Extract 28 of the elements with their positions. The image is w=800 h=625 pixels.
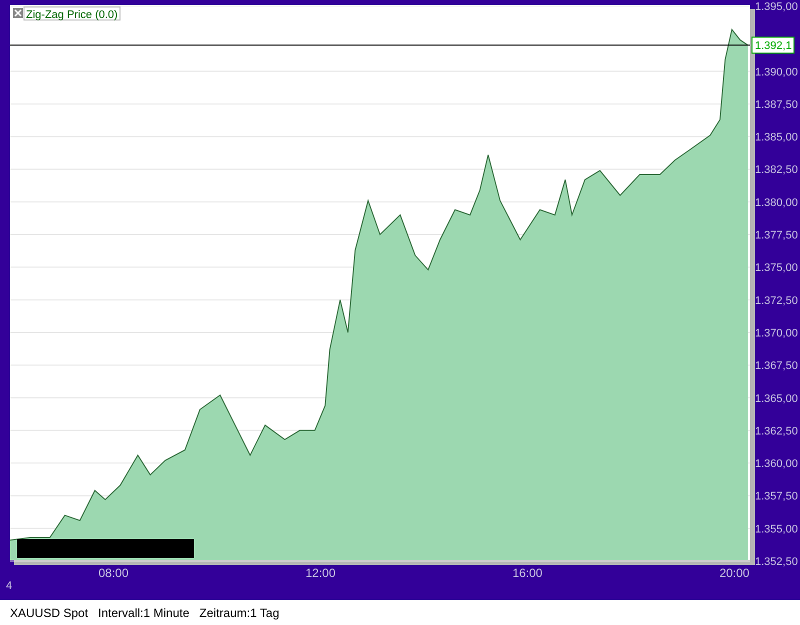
status-text: Intervall:1 Minute	[98, 604, 190, 622]
y-tick-label: 1.387,50	[755, 98, 798, 111]
legend-label: Zig-Zag Price (0.0)	[24, 6, 120, 21]
y-tick-label: 1.355,00	[755, 523, 798, 536]
y-tick-label: 1.390,00	[755, 66, 798, 78]
y-tick-label: 1.385,00	[755, 132, 798, 144]
price-label: 1.392,1	[752, 36, 794, 54]
x-tick-label: 12:00	[305, 566, 336, 580]
y-tick-label: 1.352,50	[755, 556, 798, 568]
y-tick-label: 1.362,50	[755, 425, 798, 438]
corner-label: 4	[6, 580, 12, 592]
y-tick-label: 1.395,00	[755, 1, 798, 13]
y-tick-label: 1.375,00	[755, 262, 798, 274]
y-tick-label: 1.377,50	[755, 230, 798, 242]
y-tick-label: 1.382,50	[755, 164, 798, 176]
y-tick-label: 1.365,00	[755, 392, 798, 405]
status-text: Zeitraum:1 Tag	[199, 604, 280, 622]
x-tick-label: 20:00	[719, 566, 750, 580]
x-tick-label: 16:00	[512, 566, 542, 580]
y-tick-label: 1.370,00	[755, 327, 798, 340]
status-text: XAUUSD Spot	[10, 604, 88, 622]
y-tick-label: 1.380,00	[755, 196, 798, 209]
y-tick-label: 1.360,00	[755, 458, 798, 470]
x-tick-label: 08:00	[98, 566, 128, 580]
y-tick-label: 1.357,50	[755, 490, 798, 503]
legend-close-icon[interactable]	[13, 8, 23, 18]
y-tick-label: 1.372,50	[755, 294, 798, 307]
y-tick-label: 1.367,50	[755, 360, 798, 372]
